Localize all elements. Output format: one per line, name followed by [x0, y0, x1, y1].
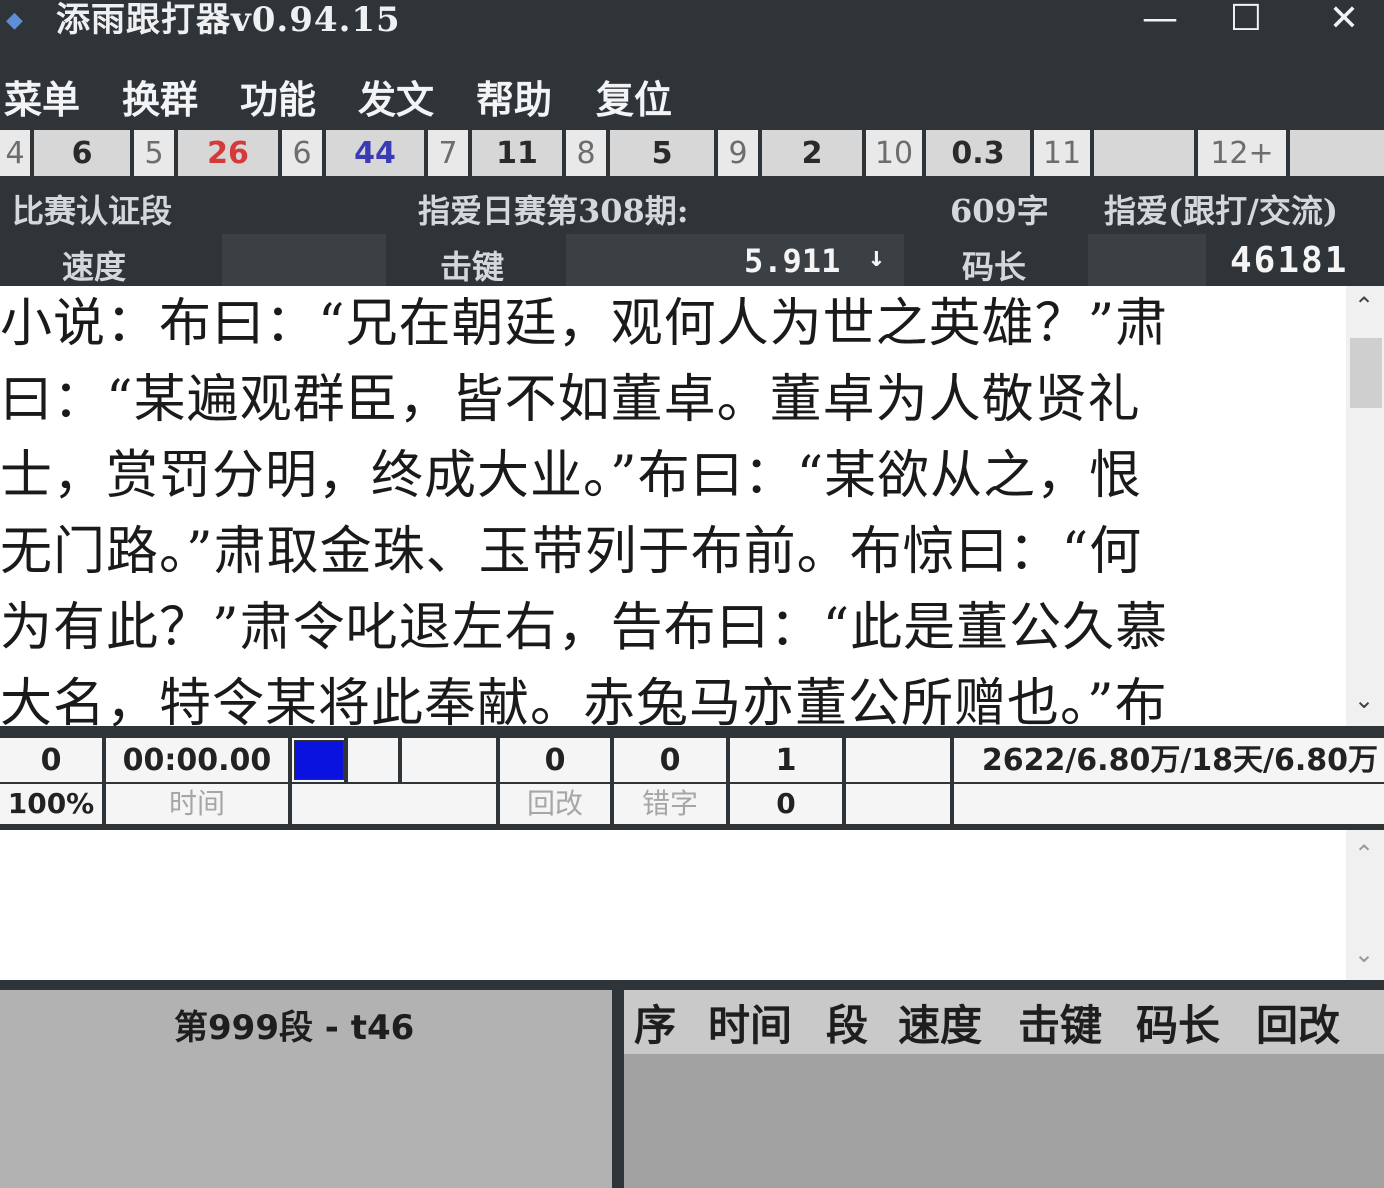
blank-cell [292, 784, 496, 824]
article-line: 大名，特令某将此奉献。赤兔马亦董公所赠也。”布 [0, 674, 1168, 726]
strip-value [1094, 130, 1194, 176]
article-text-area: 小说：布曰：“兄在朝廷，观何人为世之英雄？”肃 曰：“某遍观群臣，皆不如董卓。董… [0, 286, 1346, 726]
blank-cell [954, 784, 1384, 824]
time-value: 00:00.00 [106, 738, 288, 782]
keystroke-stats-strip: 4 6 5 26 6 44 7 11 8 5 9 2 10 0.3 11 12+ [0, 130, 1384, 178]
strip-value: 6 [34, 130, 130, 176]
close-button[interactable]: ✕ [1312, 0, 1376, 44]
strip-index: 10 [866, 130, 922, 176]
group-label: 指爱(跟打/交流) [1104, 192, 1338, 230]
strip-index: 4 [0, 130, 30, 176]
blank-cell [846, 784, 950, 824]
chevron-up-icon[interactable]: ⌃ [1354, 292, 1374, 320]
menu-item-help[interactable]: 帮助 [476, 74, 552, 126]
article-line: 士，赏罚分明，终成大业。”布曰：“某欲从之，恨 [0, 446, 1143, 506]
match-label: 指爱日赛第308期: [418, 192, 689, 230]
maximize-button[interactable]: ☐ [1214, 0, 1278, 44]
column-header-backspace[interactable]: 回改 [1256, 998, 1340, 1054]
chevron-down-icon[interactable]: ⌄ [1354, 686, 1374, 714]
backspace-label: 回改 [500, 784, 610, 824]
strip-value: 5 [610, 130, 714, 176]
typing-input-area[interactable] [0, 830, 1346, 980]
blank-cell [402, 738, 496, 782]
scrollbar-thumb[interactable] [1350, 338, 1382, 408]
info-row-metrics: 速度 击键 5.911 ↓ 码长 46181 [0, 234, 1384, 286]
speed-label: 速度 [62, 248, 127, 286]
strip-value [1290, 130, 1384, 176]
keystroke-label: 击键 [440, 248, 505, 286]
code-length-box [1088, 234, 1206, 286]
strip-index: 8 [566, 130, 606, 176]
backspace-value: 0 [500, 738, 610, 782]
chevron-down-icon[interactable]: ⌄ [1354, 940, 1374, 968]
time-label: 时间 [106, 784, 288, 824]
segment-panel: 第999段 - t46 [0, 990, 612, 1188]
strip-value: 26 [178, 130, 278, 176]
info-row-match: 比赛认证段 指爱日赛第308期: 609字 指爱(跟打/交流) [0, 178, 1384, 234]
column-header-keystroke[interactable]: 击键 [1018, 998, 1102, 1054]
strip-index: 9 [718, 130, 758, 176]
keystroke-value-box [566, 234, 904, 286]
progress-summary: 2622/6.80万/18天/6.80万 [954, 738, 1384, 782]
speed-value-box [222, 234, 386, 286]
keystroke-value: 5.911 [744, 242, 841, 280]
column-header-time[interactable]: 时间 [708, 998, 792, 1054]
section-label: 比赛认证段 [12, 192, 173, 230]
code-number: 46181 [1230, 240, 1349, 281]
article-line: 小说：布曰：“兄在朝廷，观何人为世之英雄？”肃 [0, 294, 1169, 354]
column-header-segment[interactable]: 段 [826, 998, 868, 1054]
errors-label: 错字 [614, 784, 726, 824]
strip-index: 5 [134, 130, 174, 176]
strip-value: 44 [326, 130, 424, 176]
input-scrollbar[interactable]: ⌃ ⌄ [1346, 830, 1384, 980]
article-line: 无门路。”肃取金珠、玉带列于布前。布惊曰：“何 [0, 522, 1143, 582]
strip-index: 12+ [1198, 130, 1286, 176]
blank-cell [846, 738, 950, 782]
window-title: 添雨跟打器v0.94.15 [56, 0, 401, 40]
title-bar: ◆ 添雨跟打器v0.94.15 — ☐ ✕ [0, 0, 1384, 62]
app-icon: ◆ [6, 8, 23, 33]
menu-item-reset[interactable]: 复位 [596, 74, 672, 126]
strip-index: 7 [428, 130, 468, 176]
menu-item-functions[interactable]: 功能 [240, 74, 316, 126]
menu-bar: 菜单 换群 功能 发文 帮助 复位 [0, 62, 1384, 130]
strip-value: 11 [472, 130, 562, 176]
menu-item-switch-group[interactable]: 换群 [122, 74, 198, 126]
percent-value: 100% [0, 784, 102, 824]
strip-index: 11 [1034, 130, 1090, 176]
menu-item-menu[interactable]: 菜单 [4, 74, 80, 126]
minimize-button[interactable]: — [1128, 0, 1192, 44]
article-line: 曰：“某遍观群臣，皆不如董卓。董卓为人敬贤礼 [0, 370, 1141, 430]
blank-cell [348, 738, 398, 782]
column-header-code-length[interactable]: 码长 [1136, 998, 1220, 1054]
char-count: 609字 [950, 192, 1049, 230]
color-indicator-cell [292, 738, 344, 782]
segment-label: 第999段 - t46 [174, 1008, 415, 1048]
count-value: 0 [0, 738, 102, 782]
strip-value: 0.3 [926, 130, 1030, 176]
strip-index: 6 [282, 130, 322, 176]
chevron-up-icon[interactable]: ⌃ [1354, 840, 1374, 868]
menu-item-send-text[interactable]: 发文 [358, 74, 434, 126]
column-header-index[interactable]: 序 [634, 998, 676, 1054]
code-length-label: 码长 [962, 248, 1027, 286]
value-one: 1 [730, 738, 842, 782]
value-two: 0 [730, 784, 842, 824]
column-header-speed[interactable]: 速度 [898, 998, 982, 1054]
strip-value: 2 [762, 130, 862, 176]
article-line: 为有此？”肃令叱退左右，告布曰：“此是董公久慕 [0, 598, 1169, 658]
blue-indicator [294, 740, 344, 780]
status-grid: 0 100% 00:00.00 时间 0 回改 0 错字 1 0 2622/6.… [0, 726, 1384, 830]
errors-value: 0 [614, 738, 726, 782]
arrow-down-icon: ↓ [868, 240, 885, 273]
